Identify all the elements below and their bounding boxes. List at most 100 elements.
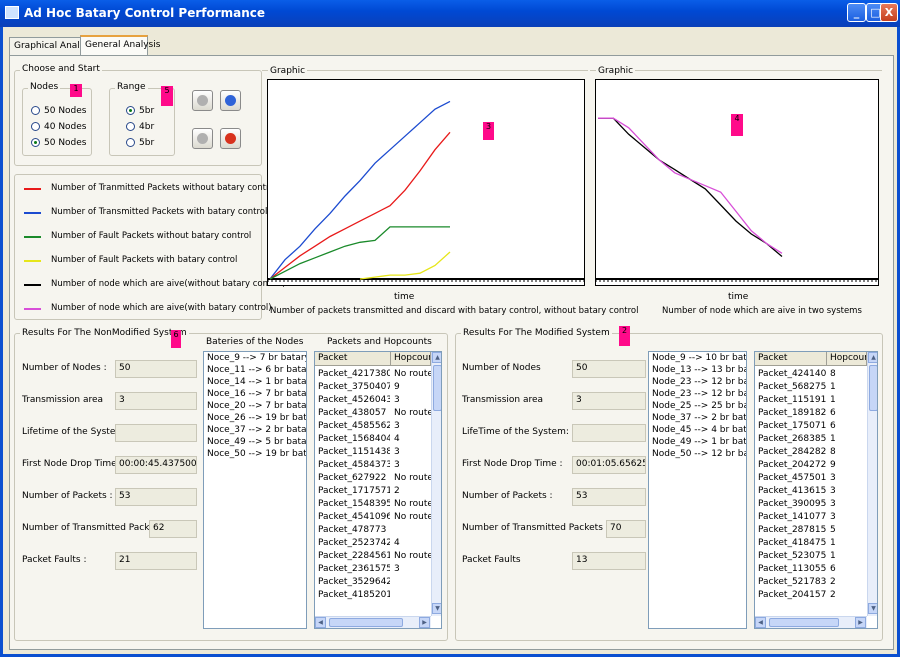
table-row[interactable]: Packet_1568404 4 (315, 433, 431, 446)
nonmodified-batery-item[interactable]: Noce_14 --> 1 br batary (204, 376, 306, 388)
nonmodified-batery-item[interactable]: Noce_11 --> 6 br batary (204, 364, 306, 376)
modified-field-value[interactable]: 00:01:05.6562500 (572, 456, 646, 474)
nonmodified-batery-item[interactable]: Noce_16 --> 7 br batary (204, 388, 306, 400)
nonmodified-field-value[interactable]: 50 (115, 360, 197, 378)
table-row[interactable]: Packet_4526043 3 (315, 394, 431, 407)
play-button[interactable] (192, 90, 213, 111)
table-row[interactable]: Packet_2361575 3 (315, 563, 431, 576)
nonmodified-batery-item[interactable]: Noce_9 --> 7 br batary (204, 352, 306, 364)
table-row[interactable]: Packet_4185201 (315, 589, 431, 602)
modified-batery-item[interactable]: Node_45 --> 4 br batary (649, 424, 746, 436)
tab-graphical-analysis[interactable]: Graphical Analysis (9, 37, 97, 55)
tab-general-analysis[interactable]: General Analysis (80, 35, 160, 56)
modified-batery-item[interactable]: Node_50 --> 12 br batary (649, 448, 746, 460)
modified-batery-item[interactable]: Node_13 --> 13 br batary (649, 364, 746, 376)
modified-batery-item[interactable]: Node_9 --> 10 br batary (649, 352, 746, 364)
range-radio-1[interactable] (126, 106, 135, 115)
modified-batery-item[interactable]: Node_49 --> 1 br batary (649, 436, 746, 448)
table-row[interactable]: Packet_4184750 1 (755, 537, 867, 550)
nonmodified-bateries-list[interactable]: Noce_9 --> 7 br batary Noce_11 --> 6 br b… (203, 351, 307, 629)
nonmodified-field-value[interactable]: 53 (115, 488, 197, 506)
table-row[interactable]: Packet_438057 No route (315, 407, 431, 420)
modified-field-value[interactable] (572, 424, 646, 442)
modified-field-value[interactable]: 3 (572, 392, 646, 410)
table-row[interactable]: Packet_2523742 4 (315, 537, 431, 550)
table-row[interactable]: Packet_3750407 9 (315, 381, 431, 394)
cancel-button[interactable] (220, 128, 241, 149)
nonmodified-field-value[interactable]: 00:00:45.4375000 (115, 456, 197, 474)
scroll-right-icon[interactable]: ▶ (419, 617, 430, 628)
table-row[interactable]: Packet_478773 (315, 524, 431, 537)
table-row[interactable]: Packet_4241403 8 (755, 368, 867, 381)
table-row[interactable]: Packet_4584373 3 (315, 459, 431, 472)
nonmodified-field-value[interactable]: 62 (149, 520, 197, 538)
nonmodified-packets-grid[interactable]: Packet Hopcount Packet_4217380No routePa… (314, 351, 442, 629)
table-row[interactable]: Packet_1548395 No route (315, 498, 431, 511)
nonmodified-batery-item[interactable]: Noce_50 --> 19 br batary (204, 448, 306, 460)
modified-packets-grid[interactable]: Packet Hopcount Packet_4241403 8 Packet_56… (754, 351, 878, 629)
nodes-radio-1[interactable] (31, 106, 40, 115)
table-row[interactable]: Packet_4541096 No route (315, 511, 431, 524)
table-row[interactable]: Packet_2042723 9 (755, 459, 867, 472)
nodes-radio-3[interactable] (31, 138, 40, 147)
table-row[interactable]: Packet_189182 6 (755, 407, 867, 420)
table-row[interactable]: Packet_2878159 5 (755, 524, 867, 537)
modified-batery-item[interactable]: Node_23 --> 12 br batary (649, 388, 746, 400)
scroll-up-icon[interactable]: ▲ (868, 352, 877, 363)
table-row[interactable]: Packet_2842825 8 (755, 446, 867, 459)
nonmodified-batery-item[interactable]: Noce_20 --> 7 br batary (204, 400, 306, 412)
vscroll-thumb[interactable] (433, 365, 441, 411)
nonmodified-hscroll[interactable]: ◀ ▶ (315, 616, 431, 628)
table-row[interactable]: Packet_4217380 No route (315, 368, 431, 381)
modified-vscroll[interactable]: ▲ ▼ (867, 352, 877, 616)
nonmodified-batery-item[interactable]: Noce_37 --> 2 br batary (204, 424, 306, 436)
nonmodified-vscroll[interactable]: ▲ ▼ (431, 352, 441, 616)
table-row[interactable]: Packet_1717571 2 (315, 485, 431, 498)
hscroll-thumb[interactable] (329, 618, 403, 627)
hscroll-thumb[interactable] (769, 618, 839, 627)
nonmodified-header-hopcount[interactable]: Hopcount (391, 352, 431, 366)
table-row[interactable]: Packet_268385 1 (755, 433, 867, 446)
nonmodified-field-value[interactable]: 21 (115, 552, 197, 570)
table-row[interactable]: Packet_568275 1 (755, 381, 867, 394)
nonmodified-field-value[interactable]: 3 (115, 392, 197, 410)
scroll-left-icon[interactable]: ◀ (315, 617, 326, 628)
table-row[interactable]: Packet_523075 1 (755, 550, 867, 563)
scroll-up-icon[interactable]: ▲ (432, 352, 441, 363)
nonmodified-header-packet[interactable]: Packet (315, 352, 391, 366)
table-row[interactable]: Packet_390095 3 (755, 498, 867, 511)
table-row[interactable]: Packet_1151912 1 (755, 394, 867, 407)
close-button[interactable]: X (880, 3, 898, 22)
table-row[interactable]: Packet_2284561 No route (315, 550, 431, 563)
modified-batery-item[interactable]: Node_23 --> 12 br batary (649, 376, 746, 388)
range-radio-3[interactable] (126, 138, 135, 147)
table-row[interactable]: Packet_4575012 3 (755, 472, 867, 485)
modified-hscroll[interactable]: ◀ ▶ (755, 616, 867, 628)
modified-header-hopcount[interactable]: Hopcount (827, 352, 867, 366)
table-row[interactable]: Packet_1750710 6 (755, 420, 867, 433)
modified-bateries-list[interactable]: Node_9 --> 10 br bataryNode_13 --> 13 br… (648, 351, 747, 629)
nonmodified-field-value[interactable] (115, 424, 197, 442)
nonmodified-batery-item[interactable]: Noce_49 --> 5 br batary (204, 436, 306, 448)
modified-batery-item[interactable]: Node_37 --> 2 br batary (649, 412, 746, 424)
table-row[interactable]: Packet_3529642 (315, 576, 431, 589)
table-row[interactable]: Packet_627922 No route (315, 472, 431, 485)
scroll-left-icon[interactable]: ◀ (755, 617, 766, 628)
scroll-down-icon[interactable]: ▼ (868, 603, 877, 614)
modified-field-value[interactable]: 13 (572, 552, 646, 570)
modified-header-packet[interactable]: Packet (755, 352, 827, 366)
table-row[interactable]: Packet_2041575 2 (755, 589, 867, 602)
minimize-button[interactable]: _ (847, 3, 866, 22)
stop-button[interactable] (192, 128, 213, 149)
table-row[interactable]: Packet_1410775 3 (755, 511, 867, 524)
modified-field-value[interactable]: 50 (572, 360, 646, 378)
scroll-right-icon[interactable]: ▶ (855, 617, 866, 628)
vscroll-thumb[interactable] (869, 365, 877, 411)
table-row[interactable]: Packet_4585562 3 (315, 420, 431, 433)
nonmodified-batery-item[interactable]: Noce_26 --> 19 br batary (204, 412, 306, 424)
table-row[interactable]: Packet_4136159 3 (755, 485, 867, 498)
modified-field-value[interactable]: 70 (606, 520, 646, 538)
scroll-down-icon[interactable]: ▼ (432, 603, 441, 614)
modified-batery-item[interactable]: Node_25 --> 25 br batary (649, 400, 746, 412)
table-row[interactable]: Packet_1151438 3 (315, 446, 431, 459)
